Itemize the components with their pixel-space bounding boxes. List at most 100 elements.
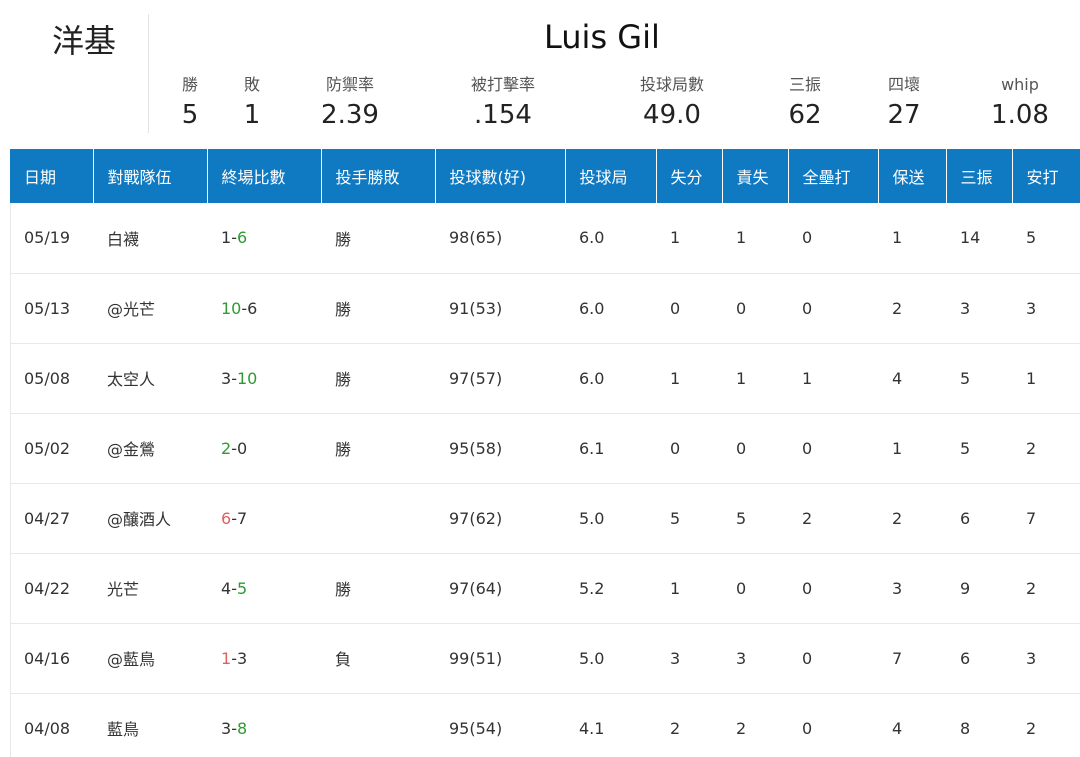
innings-pitched: 5.2 [565,553,656,624]
earned-runs: 0 [722,553,788,624]
hits-allowed: 5 [1012,203,1080,274]
stat-value: 5 [181,100,199,130]
column-header-home-runs[interactable]: 全壘打 [788,149,879,203]
score-away: 3 [221,718,232,738]
earned-runs: 0 [722,413,788,484]
game-log-body: 05/19 白襪 1-6 勝 98(65) 6.0 1 1 0 1 14 5 05/13 @光芒 10-6 勝… [10,203,1080,757]
column-header-ip[interactable]: 投球局 [565,149,657,203]
pitcher-decision: 負 [321,623,435,694]
stat-value: 49.0 [643,100,701,130]
pitch-count: 99(51) [435,623,565,694]
game-date: 05/08 [10,343,93,414]
final-score: 10-6 [207,273,321,344]
stat-wins: 勝 5 [170,72,210,132]
table-row[interactable]: 05/08 太空人 3-10 勝 97(57) 6.0 1 1 1 4 5 1 [10,343,1080,414]
pitcher-decision [321,693,435,757]
runs-allowed: 0 [656,273,722,344]
hits-allowed: 3 [1012,623,1080,694]
runs-allowed: 2 [670,718,681,738]
stat-value: 27 [887,100,921,130]
walks: 3 [878,553,946,624]
column-header-opponent[interactable]: 對戰隊伍 [93,149,208,203]
pitch-count: 95(58) [435,413,565,484]
stat-value: 1.08 [991,100,1049,130]
column-header-hits[interactable]: 安打 [1012,149,1080,203]
opponent-team: 光芒 [93,553,207,624]
column-header-runs[interactable]: 失分 [656,149,723,203]
final-score: 6-7 [207,483,321,554]
final-score: 4-5 [207,553,321,624]
pitch-count: 97(57) [435,343,565,414]
stat-whip: whip 1.08 [980,72,1060,132]
pitcher-decision: 勝 [321,273,435,344]
stat-ip: 投球局數 49.0 [622,72,722,132]
walks: 1 [878,203,946,274]
column-header-strikeouts[interactable]: 三振 [946,149,1013,203]
stat-label: 勝 [181,75,198,94]
innings-pitched: 6.0 [565,203,656,274]
innings-pitched: 6.0 [565,273,656,344]
hits-allowed: 1 [1012,343,1080,414]
column-header-decision[interactable]: 投手勝敗 [321,149,436,203]
table-row[interactable]: 04/08 藍鳥 3-8 95(54) 4.1 2 2 0 4 8 2 [10,693,1080,757]
game-date: 05/02 [10,413,93,484]
column-header-score[interactable]: 終場比數 [207,149,322,203]
column-header-date[interactable]: 日期 [10,149,94,203]
home-runs-allowed: 0 [802,718,813,738]
player-name: Luis Gil [544,18,660,56]
pitcher-decision [321,483,435,554]
strikeouts: 9 [946,553,1012,624]
pitch-count: 91(53) [435,273,565,344]
final-score: 3-8 [221,718,248,738]
home-runs-allowed: 2 [788,483,878,554]
runs-allowed: 1 [656,203,722,274]
stat-value: 1 [243,100,261,130]
stat-label: 投球局數 [639,75,704,94]
strikeouts: 3 [946,273,1012,344]
stat-value: 2.39 [321,100,379,130]
score-home: 6 [236,228,248,248]
table-row[interactable]: 04/27 @釀酒人 6-7 97(62) 5.0 5 5 2 2 6 7 [10,483,1080,554]
table-row[interactable]: 04/16 @藍鳥 1-3 負 99(51) 5.0 3 3 0 7 6 3 [10,623,1080,694]
stat-era: 防禦率 2.39 [310,72,390,132]
stat-strikeouts: 三振 62 [775,72,835,132]
home-runs-allowed: 0 [788,203,878,274]
stat-value: .154 [474,100,532,130]
score-home: 7 [236,508,248,528]
opponent-team: 白襪 [93,203,207,274]
table-row[interactable]: 05/02 @金鶯 2-0 勝 95(58) 6.1 0 0 0 1 5 2 [10,413,1080,484]
hits-allowed: 3 [1012,273,1080,344]
game-date: 05/13 [10,273,93,344]
runs-allowed: 1 [656,553,722,624]
stat-label: whip [1001,75,1039,94]
earned-runs: 1 [722,343,788,414]
pitch-count: 97(64) [435,553,565,624]
hits-allowed: 7 [1012,483,1080,554]
column-header-walks[interactable]: 保送 [878,149,947,203]
innings-pitched: 6.0 [565,343,656,414]
earned-runs: 3 [722,623,788,694]
home-runs-allowed: 0 [788,553,878,624]
score-away: 6 [221,508,232,528]
pitch-count: 98(65) [435,203,565,274]
runs-allowed: 3 [656,623,722,694]
table-row[interactable]: 04/22 光芒 4-5 勝 97(64) 5.2 1 0 0 3 9 2 [10,553,1080,624]
walks: 2 [878,273,946,344]
pitcher-decision: 勝 [321,203,435,274]
stat-value: 62 [788,100,822,130]
game-date: 04/22 [10,553,93,624]
score-away: 3 [221,368,232,388]
home-runs-allowed: 1 [788,343,878,414]
pitch-count: 95(54) [449,718,503,738]
strikeouts: 5 [946,413,1012,484]
column-header-pitches[interactable]: 投球數(好) [435,149,566,203]
final-score: 3-10 [207,343,321,414]
table-row[interactable]: 05/13 @光芒 10-6 勝 91(53) 6.0 0 0 0 2 3 3 [10,273,1080,344]
runs-allowed: 5 [656,483,722,554]
score-home: 5 [236,578,248,598]
table-row[interactable]: 05/19 白襪 1-6 勝 98(65) 6.0 1 1 0 1 14 5 [10,203,1080,274]
strikeouts: 5 [946,343,1012,414]
column-header-earned-runs[interactable]: 責失 [722,149,789,203]
score-away: 10 [221,298,242,318]
score-away: 2 [221,438,232,458]
